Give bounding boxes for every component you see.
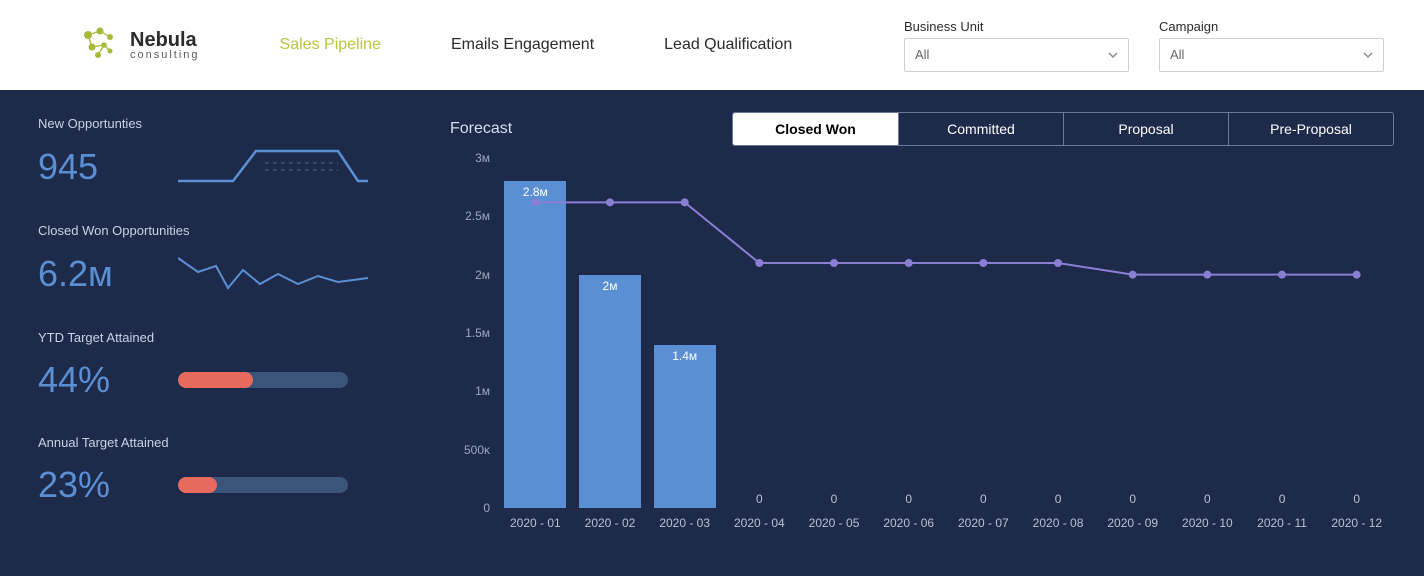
kpi-new-opportunities: New Opportunties 945 bbox=[38, 116, 382, 189]
chevron-down-icon bbox=[1363, 50, 1373, 60]
x-tick: 2020 - 02 bbox=[573, 516, 648, 530]
y-tick: 2.5ᴍ bbox=[465, 209, 490, 223]
kpi-value: 44% bbox=[38, 359, 148, 401]
x-tick: 2020 - 11 bbox=[1245, 516, 1320, 530]
tab-emails-engagement[interactable]: Emails Engagement bbox=[451, 36, 594, 54]
y-tick: 0 bbox=[483, 501, 490, 515]
kpi-value: 945 bbox=[38, 146, 148, 188]
y-tick: 1ᴍ bbox=[475, 384, 490, 398]
forecast-tabs: Closed Won Committed Proposal Pre-Propos… bbox=[732, 112, 1394, 146]
y-tick: 2ᴍ bbox=[475, 268, 490, 282]
plot-area: 2.8ᴍ2ᴍ1.4ᴍ000000000 bbox=[498, 158, 1394, 508]
x-tick: 2020 - 01 bbox=[498, 516, 573, 530]
kpi-label: Annual Target Attained bbox=[38, 435, 382, 450]
chevron-down-icon bbox=[1108, 50, 1118, 60]
business-unit-select[interactable]: All bbox=[904, 38, 1129, 72]
progress-bar bbox=[178, 372, 348, 388]
brand-name: Nebula bbox=[130, 30, 200, 50]
kpi-annual-target: Annual Target Attained 23% bbox=[38, 435, 382, 506]
x-tick: 2020 - 08 bbox=[1021, 516, 1096, 530]
filters: Business Unit All Campaign All bbox=[904, 19, 1394, 72]
x-tick: 2020 - 05 bbox=[797, 516, 872, 530]
x-tick: 2020 - 04 bbox=[722, 516, 797, 530]
kpi-value: 6.2ᴍ bbox=[38, 253, 148, 295]
progress-fill bbox=[178, 372, 253, 388]
select-value: All bbox=[915, 47, 929, 62]
brand-sub: consulting bbox=[130, 50, 200, 61]
kpi-label: Closed Won Opportunities bbox=[38, 223, 382, 238]
filter-campaign: Campaign All bbox=[1159, 19, 1384, 72]
nav-tabs: Sales Pipeline Emails Engagement Lead Qu… bbox=[280, 36, 904, 54]
progress-bar bbox=[178, 477, 348, 493]
kpi-ytd-target: YTD Target Attained 44% bbox=[38, 330, 382, 401]
header: Nebula consulting Sales Pipeline Emails … bbox=[0, 0, 1424, 90]
select-value: All bbox=[1170, 47, 1184, 62]
campaign-select[interactable]: All bbox=[1159, 38, 1384, 72]
forecast-chart: 0500ᴋ1ᴍ1.5ᴍ2ᴍ2.5ᴍ3ᴍ 2.8ᴍ2ᴍ1.4ᴍ000000000 … bbox=[450, 158, 1394, 558]
brand-logo: Nebula consulting bbox=[80, 25, 200, 65]
sparkline-icon bbox=[178, 145, 368, 189]
tab-committed[interactable]: Committed bbox=[898, 113, 1063, 145]
x-axis: 2020 - 012020 - 022020 - 032020 - 042020… bbox=[498, 516, 1394, 530]
y-tick: 500ᴋ bbox=[464, 443, 490, 457]
logo-icon bbox=[80, 25, 120, 65]
x-tick: 2020 - 07 bbox=[946, 516, 1021, 530]
forecast-panel: Forecast Closed Won Committed Proposal P… bbox=[420, 90, 1424, 576]
x-tick: 2020 - 03 bbox=[647, 516, 722, 530]
filter-business-unit: Business Unit All bbox=[904, 19, 1129, 72]
kpi-label: YTD Target Attained bbox=[38, 330, 382, 345]
main: New Opportunties 945 Closed Won Opportun… bbox=[0, 90, 1424, 576]
kpi-label: New Opportunties bbox=[38, 116, 382, 131]
kpi-value: 23% bbox=[38, 464, 148, 506]
tab-lead-qualification[interactable]: Lead Qualification bbox=[664, 36, 792, 54]
x-tick: 2020 - 09 bbox=[1095, 516, 1170, 530]
tab-proposal[interactable]: Proposal bbox=[1063, 113, 1228, 145]
tab-sales-pipeline[interactable]: Sales Pipeline bbox=[280, 36, 381, 54]
kpi-closed-won: Closed Won Opportunities 6.2ᴍ bbox=[38, 223, 382, 296]
x-tick: 2020 - 06 bbox=[871, 516, 946, 530]
tab-closed-won[interactable]: Closed Won bbox=[733, 113, 898, 145]
tab-pre-proposal[interactable]: Pre-Proposal bbox=[1228, 113, 1393, 145]
forecast-line bbox=[498, 158, 1394, 508]
kpi-sidebar: New Opportunties 945 Closed Won Opportun… bbox=[0, 90, 420, 576]
filter-label: Campaign bbox=[1159, 19, 1384, 34]
filter-label: Business Unit bbox=[904, 19, 1129, 34]
x-tick: 2020 - 12 bbox=[1319, 516, 1394, 530]
progress-fill bbox=[178, 477, 217, 493]
y-axis: 0500ᴋ1ᴍ1.5ᴍ2ᴍ2.5ᴍ3ᴍ bbox=[450, 158, 494, 508]
x-tick: 2020 - 10 bbox=[1170, 516, 1245, 530]
y-tick: 3ᴍ bbox=[475, 151, 490, 165]
y-tick: 1.5ᴍ bbox=[465, 326, 490, 340]
sparkline-icon bbox=[178, 252, 368, 296]
forecast-title: Forecast bbox=[450, 120, 512, 138]
